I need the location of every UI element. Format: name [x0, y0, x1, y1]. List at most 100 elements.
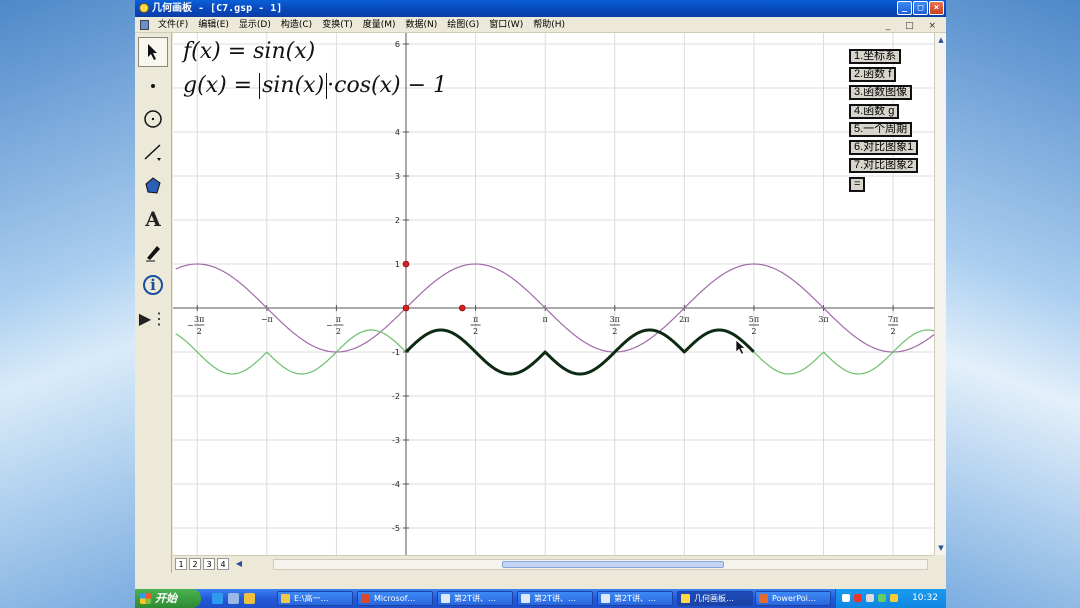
clock: 10:32 [912, 593, 938, 603]
action-button-coordinate-system[interactable]: 1.坐标系 [849, 49, 902, 64]
x-tick-numerator: π [473, 315, 478, 324]
volume-icon[interactable] [866, 594, 874, 602]
sketch-canvas[interactable]: 6 4 3 2 1 -1 -2 -3 -4 -5 3π 2− −π π 2− π 2 π 3π 2 2π 5π 2 3π 7π 2… [173, 33, 934, 555]
document-icon[interactable] [140, 20, 149, 30]
minimize-button[interactable]: _ [897, 1, 912, 15]
formula-g-abs: sin(x) [259, 73, 328, 99]
menu-window[interactable]: 窗口(W) [484, 17, 528, 33]
scroll-down-icon[interactable]: ▼ [936, 543, 946, 553]
network-icon[interactable] [842, 594, 850, 602]
task-item-sketchpad[interactable]: 几何画板… [677, 591, 753, 606]
desktop-quicklaunch-icon[interactable] [228, 593, 239, 604]
construction-point [402, 304, 410, 312]
page-tab-2[interactable]: 2 [189, 558, 201, 570]
marker-pen-icon[interactable] [138, 237, 168, 267]
x-tick-label: π [543, 315, 548, 324]
formula-g-suffix: ·cos(x) − 1 [327, 73, 447, 98]
arrow-select-icon[interactable] [138, 37, 168, 67]
task-item-label: 第2T讲、… [614, 594, 656, 603]
action-button-function-graph[interactable]: 3.函数图像 [849, 85, 913, 100]
task-item-powerpoint[interactable]: PowerPoi… [755, 591, 831, 606]
action-button-function-f[interactable]: 2.函数 f [849, 67, 897, 82]
action-button-function-g[interactable]: 4.函数 g [849, 104, 900, 119]
menu-transform[interactable]: 变换(T) [317, 17, 358, 33]
task-item-label: 第2T讲、… [534, 594, 576, 603]
custom-tools-icon[interactable]: ▶⋮ [138, 303, 168, 333]
menu-construct[interactable]: 构造(C) [276, 17, 317, 33]
security-icon[interactable] [878, 594, 886, 602]
task-item-label: PowerPoi… [772, 594, 816, 603]
task-item-label: Microsof… [374, 594, 416, 603]
scroll-up-icon[interactable]: ▲ [936, 35, 946, 45]
point-icon[interactable] [138, 71, 168, 101]
formula-f[interactable]: f(x) = sin(x) [183, 39, 315, 64]
action-button-one-period[interactable]: 5.一个周期 [849, 122, 913, 137]
menu-display[interactable]: 显示(D) [234, 17, 276, 33]
powerpoint-icon [759, 594, 768, 603]
x-tick-denominator: 2 [336, 327, 341, 336]
y-tick-label: -3 [392, 436, 400, 445]
scroll-left-icon[interactable]: ◀ [233, 558, 245, 570]
x-tick-label: −π [261, 315, 273, 324]
shield-icon[interactable] [890, 594, 898, 602]
y-tick-label: -2 [392, 392, 400, 401]
graph-plot[interactable]: 64321-1-2-3-4-53π2−−π π2−π2π 3π22π 5π23π 7π2 [173, 33, 934, 555]
start-button[interactable]: 开始 [135, 589, 201, 608]
menu-file[interactable]: 文件(F) [153, 17, 193, 33]
window-title: 几何画板 - [C7.gsp - 1] [152, 3, 283, 14]
task-item-word-1[interactable]: 第2T讲、… [437, 591, 513, 606]
task-item-microsoft[interactable]: Microsof… [357, 591, 433, 606]
office-icon [361, 594, 370, 603]
straightedge-icon[interactable] [138, 137, 168, 167]
word-doc-icon [441, 594, 450, 603]
x-tick-denominator: 2 [473, 327, 478, 336]
menu-graph[interactable]: 绘图(G) [442, 17, 484, 33]
toolbox: A i ▶⋮ [135, 33, 172, 573]
windows-logo-icon [140, 593, 151, 604]
construction-point [402, 260, 410, 268]
y-tick-label: 2 [395, 216, 400, 225]
close-button[interactable]: × [929, 1, 944, 15]
document-window-buttons[interactable]: _ □ × [886, 18, 942, 34]
x-tick-numerator: 3π [194, 315, 204, 324]
formula-g-prefix: g(x) = [183, 73, 260, 98]
vertical-scrollbar[interactable]: ▲ ▼ [934, 33, 946, 555]
formula-g[interactable]: g(x) = sin(x) ·cos(x) − 1 [183, 73, 447, 99]
task-item-label: 第2T讲、… [454, 594, 496, 603]
task-item-label: 几何画板… [694, 594, 734, 603]
media-quicklaunch-icon[interactable] [244, 593, 255, 604]
menu-data[interactable]: 数据(N) [401, 17, 443, 33]
text-tool-icon[interactable]: A [138, 204, 168, 234]
ie-quicklaunch-icon[interactable] [212, 593, 223, 604]
menu-measure[interactable]: 度量(M) [358, 17, 401, 33]
action-button-equals[interactable]: = [849, 177, 866, 192]
maximize-button[interactable]: □ [913, 1, 928, 15]
compass-icon[interactable] [138, 104, 168, 134]
x-tick-denominator: 2 [891, 327, 896, 336]
page-tab-1[interactable]: 1 [175, 558, 187, 570]
action-button-compare-2[interactable]: 7.对比图象2 [849, 158, 919, 173]
start-label: 开始 [155, 592, 177, 605]
task-item-word-3[interactable]: 第2T讲、… [597, 591, 673, 606]
word-doc-icon [521, 594, 530, 603]
action-button-compare-1[interactable]: 6.对比图象1 [849, 140, 919, 155]
task-item-explorer[interactable]: E:\高一… [277, 591, 353, 606]
horizontal-scroll-thumb[interactable] [502, 561, 724, 568]
menu-edit[interactable]: 编辑(E) [193, 17, 234, 33]
polygon-icon[interactable] [138, 171, 168, 201]
title-bar[interactable]: 几何画板 - [C7.gsp - 1] _ □ × [135, 0, 946, 17]
info-icon[interactable]: i [138, 270, 168, 300]
menu-help[interactable]: 帮助(H) [528, 17, 570, 33]
page-tab-3[interactable]: 3 [203, 558, 215, 570]
x-tick-label: 3π [818, 315, 828, 324]
taskbar: 开始 E:\高一… Microsof… 第2T讲、… 第2T讲、… 第2T讲、…… [135, 589, 946, 608]
app-icon [139, 3, 149, 13]
task-item-label: E:\高一… [294, 594, 329, 603]
word-doc-icon [601, 594, 610, 603]
antivirus-icon[interactable] [854, 594, 862, 602]
page-tab-4[interactable]: 4 [217, 558, 229, 570]
horizontal-scrollbar[interactable] [273, 559, 928, 570]
app-window: 几何画板 - [C7.gsp - 1] _ □ × 文件(F) 编辑(E) 显示… [135, 0, 946, 589]
task-item-word-2[interactable]: 第2T讲、… [517, 591, 593, 606]
status-bar [135, 573, 946, 589]
